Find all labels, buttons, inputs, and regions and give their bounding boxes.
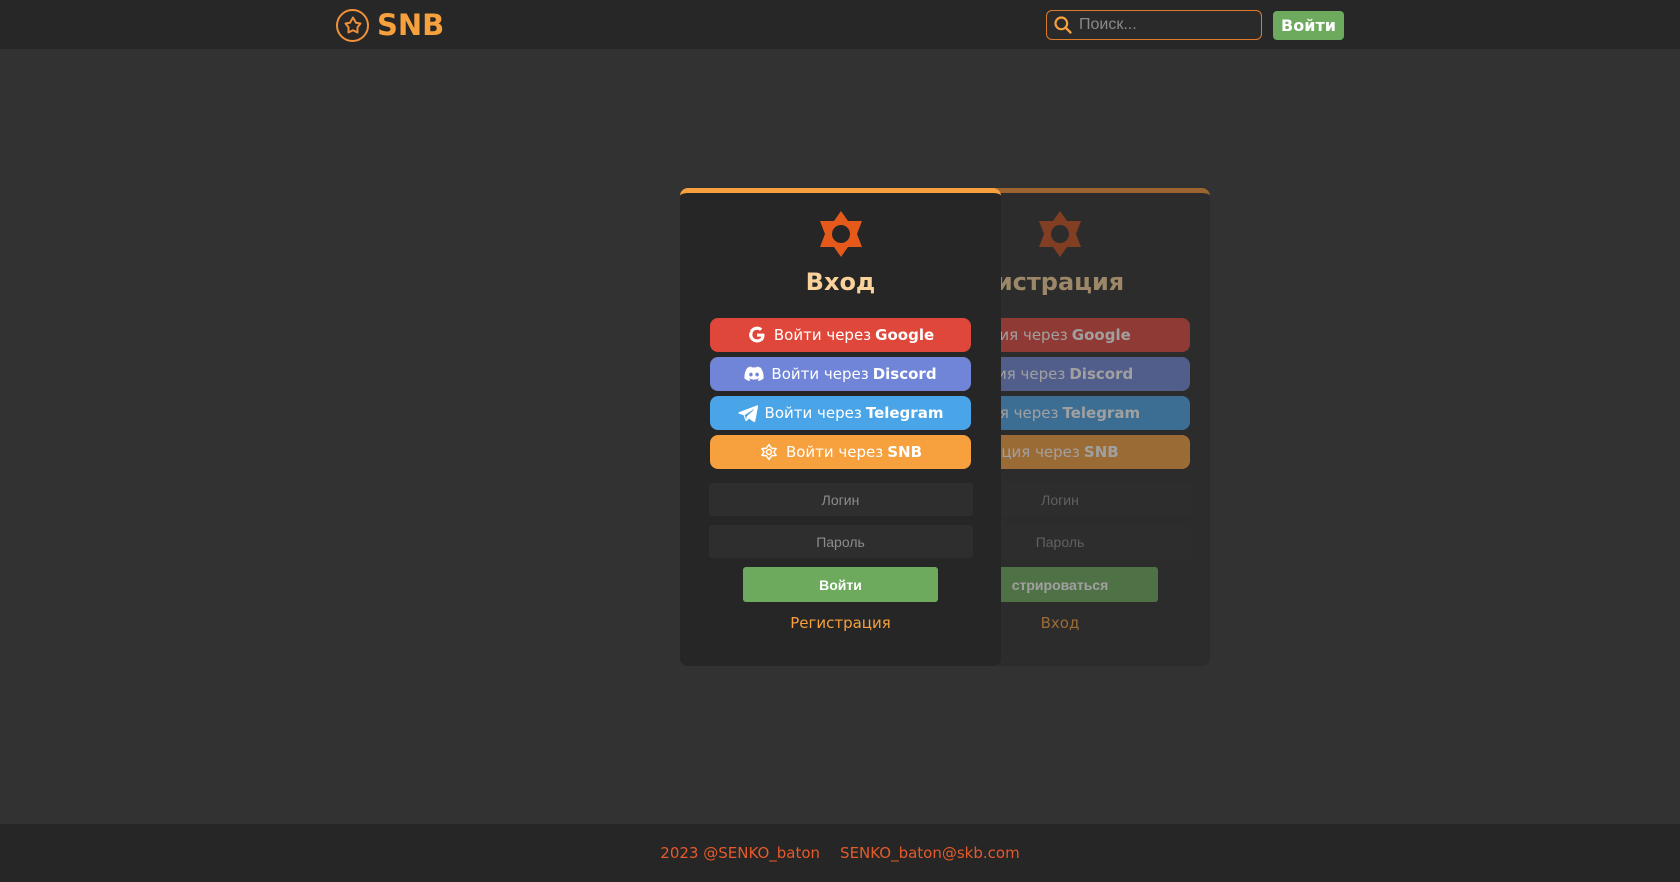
snb-icon [759,442,779,462]
footer-copyright[interactable]: 2023 @SENKO_baton [660,844,820,862]
logo-text: SNB [377,8,445,42]
login-field[interactable]: Логин [708,483,973,516]
search-icon [1054,16,1072,34]
telegram-icon [737,403,758,423]
snb-star-icon [819,211,862,257]
footer-email[interactable]: SENKO_baton@skb.com [840,844,1020,862]
login-submit-button[interactable]: Войти [743,567,938,602]
header-login-button[interactable]: Войти [1273,11,1344,40]
footer: 2023 @SENKO_baton SENKO_baton@skb.com [0,824,1680,882]
discord-icon [744,364,765,384]
search-box[interactable] [1046,10,1262,40]
logo-star-icon [336,8,369,42]
login-card: Вход Войти через Google Войти через Discor… [680,188,1001,666]
login-discord-button[interactable]: Войти через Discord [710,357,971,391]
login-telegram-button[interactable]: Войти через Telegram [710,396,971,430]
login-snb-button[interactable]: Войти через SNB [710,435,971,469]
password-field[interactable]: Пароль [708,525,973,558]
search-input[interactable] [1079,16,1259,34]
snb-star-icon [1039,211,1081,257]
switch-to-login-link[interactable]: Вход [1041,614,1080,632]
google-icon [747,325,767,345]
site-logo[interactable]: SNB [336,8,444,42]
login-title: Вход [805,268,876,296]
login-google-button[interactable]: Войти через Google [710,318,971,352]
register-title: истрация [995,268,1125,296]
top-navbar: SNB Войти [0,0,1680,49]
switch-to-register-link[interactable]: Регистрация [790,614,891,632]
